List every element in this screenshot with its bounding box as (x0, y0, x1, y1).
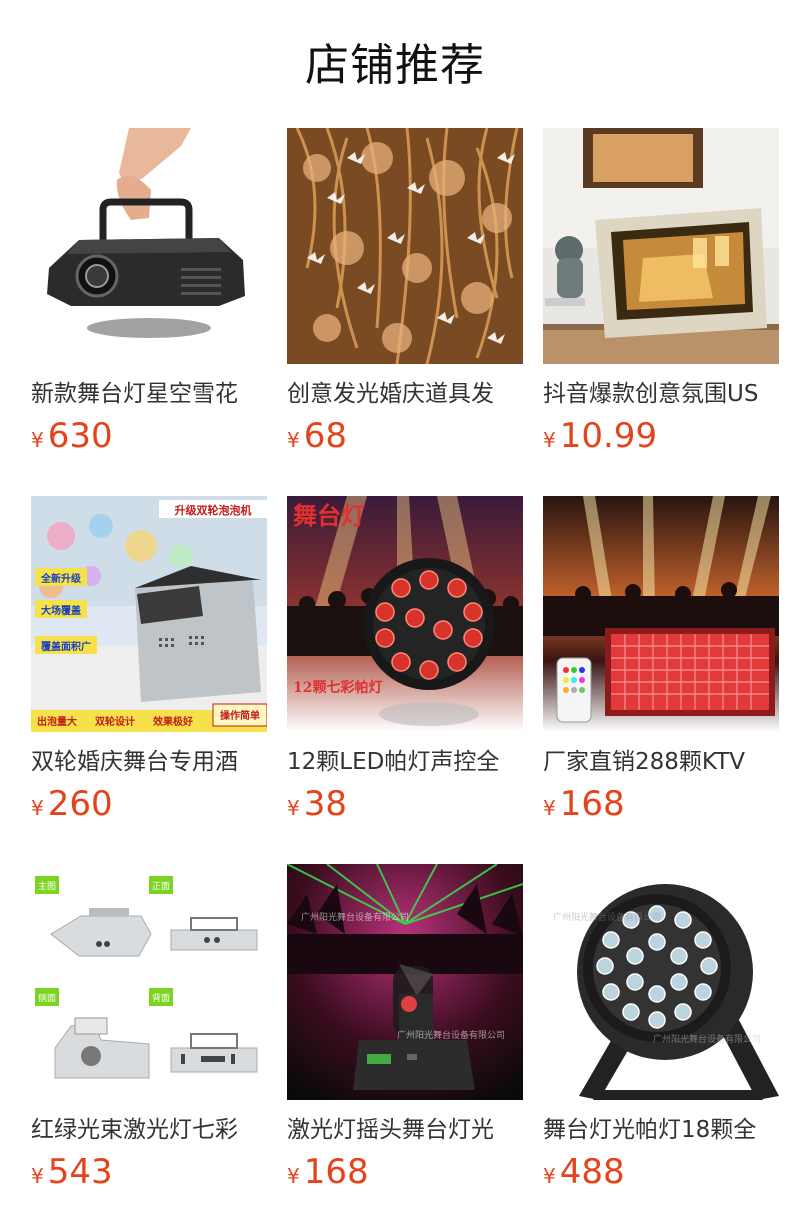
product-card[interactable]: 升级双轮泡泡机 全新升级 大场覆盖 覆盖面积广 出泡量大 双轮设计 效果极好 操… (31, 496, 267, 864)
product-name[interactable]: 双轮婚庆舞台专用酒 (31, 744, 267, 780)
product-image-bubble-machine[interactable]: 升级双轮泡泡机 全新升级 大场覆盖 覆盖面积广 出泡量大 双轮设计 效果极好 操… (31, 496, 267, 732)
product-image-laser-views[interactable]: 主图 正面 侧面 背面 (31, 864, 267, 1100)
product-image-picture-frame[interactable] (543, 128, 779, 364)
product-price: ¥38 (287, 784, 523, 824)
product-card[interactable]: 广州阳光舞台设备有限公司 广州阳光舞台设备有限公司 激光灯摇头舞台灯光 ¥168 (287, 864, 523, 1232)
svg-text:舞台灯: 舞台灯 (293, 501, 365, 530)
svg-text:广州阳光舞台设备有限公司: 广州阳光舞台设备有限公司 (653, 1033, 761, 1045)
svg-text:双轮设计: 双轮设计 (95, 715, 135, 728)
svg-text:全新升级: 全新升级 (40, 572, 82, 585)
currency-symbol: ¥ (543, 1164, 556, 1188)
price-amount: 630 (47, 416, 113, 456)
currency-symbol: ¥ (287, 428, 300, 452)
product-grid: 新款舞台灯星空雪花 ¥630 创意发光婚庆道具发 ¥ 68 抖音爆款创意氛围US… (31, 128, 779, 1232)
svg-text:广州阳光舞台设备有限公司: 广州阳光舞台设备有限公司 (301, 911, 409, 923)
svg-text:覆盖面积广: 覆盖面积广 (41, 640, 91, 653)
product-name[interactable]: 抖音爆款创意氛围US (543, 376, 779, 412)
product-name[interactable]: 厂家直销288颗KTV (543, 744, 779, 780)
svg-text:主图: 主图 (38, 880, 56, 892)
currency-symbol: ¥ (287, 796, 300, 820)
product-card[interactable]: 抖音爆款创意氛围US ¥10.99 (543, 128, 779, 496)
price-amount: 168 (559, 784, 625, 824)
product-image-led-strobe-panel[interactable] (543, 496, 779, 732)
price-amount: 260 (47, 784, 113, 824)
product-price: ¥630 (31, 416, 267, 456)
product-price: ¥543 (31, 1152, 267, 1192)
svg-text:侧面: 侧面 (38, 992, 56, 1004)
svg-text:出泡量大: 出泡量大 (37, 715, 77, 728)
currency-symbol: ¥ (287, 1164, 300, 1188)
product-image-butterfly-lights[interactable] (287, 128, 523, 364)
product-card[interactable]: 舞台灯 12颗七彩帕灯 12颗LED帕灯声控全 ¥38 (287, 496, 523, 864)
product-card[interactable]: 创意发光婚庆道具发 ¥68 (287, 128, 523, 496)
product-name[interactable]: 红绿光束激光灯七彩 (31, 1112, 267, 1148)
price-amount: 168 (303, 1152, 369, 1192)
svg-text:背面: 背面 (152, 992, 170, 1004)
product-image-par-light-18[interactable]: 广州阳光舞台设备有限公司 广州阳光舞台设备有限公司 (543, 864, 779, 1100)
product-price: ¥168 (543, 784, 779, 824)
product-card[interactable]: 新款舞台灯星空雪花 ¥630 (31, 128, 267, 496)
price-amount: 38 (303, 784, 347, 824)
svg-text:操作简单: 操作简单 (220, 709, 260, 722)
svg-text:12颗七彩帕灯: 12颗七彩帕灯 (293, 679, 382, 696)
price-amount: 488 (559, 1152, 625, 1192)
product-name[interactable]: 新款舞台灯星空雪花 (31, 376, 267, 412)
product-name[interactable]: 激光灯摇头舞台灯光 (287, 1112, 523, 1148)
currency-symbol: ¥ (31, 428, 44, 452)
svg-text:正面: 正面 (152, 881, 170, 892)
product-card[interactable]: 厂家直销288颗KTV ¥168 (543, 496, 779, 864)
product-price: ¥168 (287, 1152, 523, 1192)
currency-symbol: ¥ (31, 796, 44, 820)
product-name[interactable]: 12颗LED帕灯声控全 (287, 744, 523, 780)
svg-text:大场覆盖: 大场覆盖 (41, 604, 81, 617)
product-price: ¥260 (31, 784, 267, 824)
product-name[interactable]: 舞台灯光帕灯18颗全 (543, 1112, 779, 1148)
recommend-page: 店铺推荐 新款舞台灯星空雪花 ¥ 630 创意发光婚庆道具发 ¥ 68 抖音爆款… (0, 0, 790, 1232)
product-image-laser-projector[interactable] (31, 128, 267, 364)
currency-symbol: ¥ (543, 796, 556, 820)
product-name[interactable]: 创意发光婚庆道具发 (287, 376, 523, 412)
product-image-led-par-light[interactable]: 舞台灯 12颗七彩帕灯 (287, 496, 523, 732)
product-price: ¥68 (287, 416, 523, 456)
product-image-moving-head-laser[interactable]: 广州阳光舞台设备有限公司 广州阳光舞台设备有限公司 (287, 864, 523, 1100)
product-price: ¥10.99 (543, 416, 779, 456)
price-amount: 68 (303, 416, 347, 456)
section-title: 店铺推荐 (305, 40, 485, 91)
currency-symbol: ¥ (543, 428, 556, 452)
price-amount: 543 (47, 1152, 113, 1192)
product-card[interactable]: 主图 正面 侧面 背面 红绿光束激光灯七彩 ¥ 543 (31, 864, 267, 1232)
price-amount: 10.99 (559, 416, 658, 456)
overlay-upgrade-badge: 升级双轮泡泡机 (175, 503, 252, 517)
product-card[interactable]: 广州阳光舞台设备有限公司 广州阳光舞台设备有限公司 舞台灯光帕灯18颗全 ¥48… (543, 864, 779, 1232)
svg-text:广州阳光舞台设备有限公司: 广州阳光舞台设备有限公司 (553, 911, 661, 923)
svg-text:广州阳光舞台设备有限公司: 广州阳光舞台设备有限公司 (397, 1029, 505, 1041)
currency-symbol: ¥ (31, 1164, 44, 1188)
svg-text:效果极好: 效果极好 (153, 715, 193, 728)
product-price: ¥488 (543, 1152, 779, 1192)
